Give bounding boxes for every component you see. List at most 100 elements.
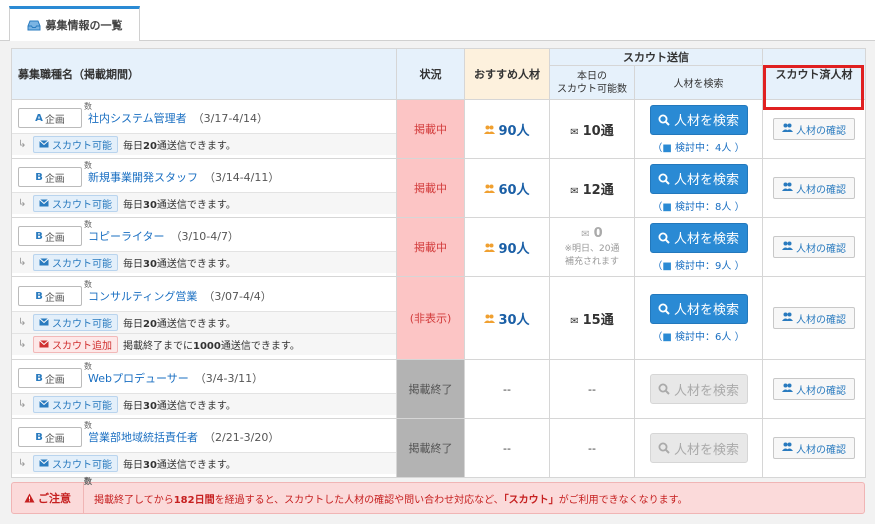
return-arrow-icon: ↳ <box>18 457 27 469</box>
search-cell: 人材を検索 <box>634 359 763 419</box>
search-talent-button[interactable]: 人材を検索 <box>649 433 748 463</box>
scouted-cell: 人材の確認 <box>762 359 866 419</box>
reviewing-link[interactable]: （■ 検討中：8人 ） <box>635 198 762 213</box>
reviewing-link[interactable]: （■ 検討中：6人 ） <box>635 328 762 343</box>
folder-icon: ■ <box>662 201 672 213</box>
sub-line: ↳ スカウト可能 毎日30通送信できます。 <box>12 451 396 474</box>
table-row: B 企画 数 コピーライター （3/10-4/7） ↳ スカウト可能 毎日30通送… <box>11 217 866 277</box>
people-icon <box>782 442 793 451</box>
search-talent-button[interactable]: 人材を検索 <box>649 163 748 194</box>
today-count: -- <box>549 418 635 478</box>
status-badge: 掲載終了 <box>396 359 465 419</box>
scout-pill: スカウト可能 <box>33 253 118 271</box>
recommended-count[interactable]: 90人 <box>464 217 550 277</box>
search-talent-button[interactable]: 人材を検索 <box>649 104 748 135</box>
job-period: （3/4-3/11） <box>194 372 264 385</box>
tab-label: 募集情報の一覧 <box>45 19 123 32</box>
plan-badge: B 企画 <box>18 167 82 187</box>
scout-pill: スカウト追加 <box>33 335 118 353</box>
mail-icon <box>39 400 49 408</box>
search-talent-button[interactable]: 人材を検索 <box>649 222 748 253</box>
envelope-icon: ✉ <box>570 315 579 327</box>
confirm-talent-button[interactable]: 人材の確認 <box>773 177 855 199</box>
job-period: （3/10-4/7） <box>170 230 239 243</box>
people-icon <box>782 312 793 321</box>
scouted-cell: 人材の確認 <box>762 276 866 360</box>
confirm-talent-button[interactable]: 人材の確認 <box>773 118 855 140</box>
job-name-link[interactable]: 社内システム管理者 <box>88 110 187 126</box>
job-title-line: B 企画 数 営業部地域統括責任者 （2/21-3/20） <box>12 421 396 452</box>
header-recommended: おすすめ人材 <box>464 48 550 100</box>
sub-text: 毎日20通送信できます。 <box>123 140 236 152</box>
confirm-talent-button[interactable]: 人材の確認 <box>773 378 855 400</box>
header-status: 状況 <box>396 48 465 100</box>
search-icon <box>658 442 670 454</box>
folder-icon: ■ <box>662 260 672 272</box>
plan-badge: A 企画 <box>18 108 82 128</box>
sub-line: ↳ スカウト追加 掲載終了までに1000通送信できます。 <box>12 332 396 355</box>
reviewing-link[interactable]: （■ 検討中：4人 ） <box>635 139 762 154</box>
people-icon <box>484 242 496 256</box>
search-talent-button[interactable]: 人材を検索 <box>649 293 748 324</box>
scouted-cell: 人材の確認 <box>762 217 866 277</box>
people-icon <box>782 442 793 455</box>
sub-text: 毎日20通送信できます。 <box>123 318 236 330</box>
envelope-icon: ✉ <box>581 228 590 240</box>
status-badge: 掲載中 <box>396 158 465 218</box>
recommended-count[interactable]: 30人 <box>464 276 550 360</box>
envelope-icon: ✉ <box>570 185 579 197</box>
table-row: B 企画 数 Webプロデューサー （3/4-3/11） ↳ スカウト可能 毎日3… <box>11 359 866 419</box>
reviewing-link[interactable]: （■ 検討中：9人 ） <box>635 257 762 272</box>
job-name-link[interactable]: コピーライター <box>88 228 165 244</box>
table-row: B 企画 数 新規事業開発スタッフ （3/14-4/11） ↳ スカウト可能 毎日… <box>11 158 866 218</box>
return-arrow-icon: ↳ <box>18 316 27 328</box>
table-row: A 企画 数 社内システム管理者 （3/17-4/14） ↳ スカウト可能 毎日2… <box>11 99 866 159</box>
job-name-link[interactable]: コンサルティング営業 <box>88 288 197 304</box>
job-name-link[interactable]: 営業部地域統括責任者 <box>88 429 198 445</box>
sub-text: 毎日30通送信できます。 <box>123 400 236 412</box>
search-cell: 人材を検索 （■ 検討中：6人 ） <box>634 276 763 360</box>
confirm-talent-button[interactable]: 人材の確認 <box>773 437 855 459</box>
today-count: -- <box>549 359 635 419</box>
mail-icon <box>39 459 49 467</box>
job-period: （3/14-4/11） <box>204 171 280 184</box>
people-icon <box>484 314 496 323</box>
scout-pill: スカウト可能 <box>33 395 118 413</box>
job-title-line: B 企画 数 コンサルティング営業 （3/07-4/4） <box>12 280 396 311</box>
people-icon <box>484 243 496 252</box>
job-cell: B 企画 数 コンサルティング営業 （3/07-4/4） ↳ スカウト可能 毎日2… <box>11 276 397 360</box>
search-talent-button[interactable]: 人材を検索 <box>649 374 748 404</box>
caution-banner: ご注意 数 掲載終了してから182日間を経過すると、スカウトした人材の確認や問い… <box>11 477 865 514</box>
today-count: ✉ 12通 <box>549 158 635 218</box>
caution-label: ご注意 数 <box>12 477 92 513</box>
job-name-link[interactable]: 新規事業開発スタッフ <box>88 169 198 185</box>
return-arrow-icon: ↳ <box>18 338 27 350</box>
mail-icon <box>39 258 49 266</box>
tab-job-list[interactable]: 募集情報の一覧 <box>9 6 140 42</box>
people-icon <box>782 182 793 195</box>
plan-badge: B 企画 <box>18 226 82 246</box>
mail-icon <box>39 340 49 348</box>
scouted-cell: 人材の確認 <box>762 99 866 159</box>
sub-line: ↳ スカウト可能 毎日30通送信できます。 <box>12 250 396 273</box>
job-name-link[interactable]: Webプロデューサー <box>88 370 189 386</box>
sub-line: ↳ スカウト可能 毎日30通送信できます。 <box>12 392 396 415</box>
recommended-count[interactable]: 60人 <box>464 158 550 218</box>
people-icon <box>782 383 793 392</box>
search-icon <box>658 232 670 244</box>
scouted-cell: 人材の確認 <box>762 158 866 218</box>
recommended-count[interactable]: 90人 <box>464 99 550 159</box>
header-today: 本日の スカウト可能数 <box>549 65 635 100</box>
return-arrow-icon: ↳ <box>18 256 27 268</box>
job-period: （3/17-4/14） <box>192 112 269 125</box>
search-cell: 人材を検索 （■ 検討中：4人 ） <box>634 99 763 159</box>
sub-text: 掲載終了までに1000通送信できます。 <box>123 340 300 352</box>
job-cell: B 企画 数 営業部地域統括責任者 （2/21-3/20） ↳ スカウト可能 毎日… <box>11 418 397 478</box>
confirm-talent-button[interactable]: 人材の確認 <box>773 307 855 329</box>
confirm-talent-button[interactable]: 人材の確認 <box>773 236 855 258</box>
search-icon <box>658 383 670 395</box>
status-badge: 掲載中 <box>396 99 465 159</box>
today-count: ✉ 10通 <box>549 99 635 159</box>
search-cell: 人材を検索 （■ 検討中：8人 ） <box>634 158 763 218</box>
header-scouted: スカウト済人材 <box>762 48 866 100</box>
